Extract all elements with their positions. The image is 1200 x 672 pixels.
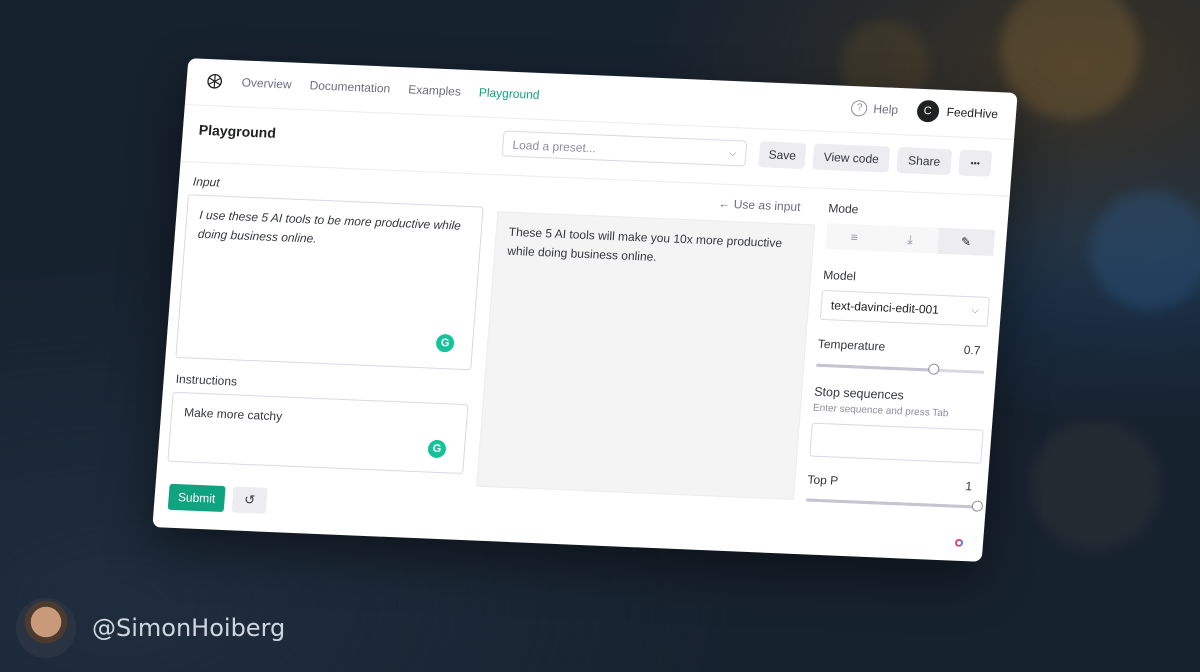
top-p-label: Top P	[806, 472, 839, 488]
chevron-down-icon: ⌵	[970, 305, 980, 317]
history-icon: ↺	[243, 491, 256, 508]
top-p-slider-fill	[805, 498, 978, 509]
nav-playground[interactable]: Playground	[478, 85, 540, 102]
use-as-input-link[interactable]: ← Use as input	[718, 197, 801, 214]
help-label: Help	[872, 101, 899, 117]
more-options-button[interactable]: •••	[958, 149, 993, 177]
mode-insert-icon[interactable]: ⤓	[881, 225, 939, 253]
history-button[interactable]: ↺	[231, 486, 268, 514]
bokeh-light	[1030, 420, 1160, 550]
temperature-label: Temperature	[817, 336, 886, 354]
mode-complete-icon[interactable]: ≡	[825, 223, 883, 251]
output-text: These 5 AI tools will make you 10x more …	[506, 224, 783, 264]
input-text: I use these 5 AI tools to be more produc…	[197, 207, 462, 246]
temperature-value: 0.7	[963, 342, 982, 358]
nav-overview[interactable]: Overview	[241, 75, 292, 91]
instructions-text: Make more catchy	[183, 405, 283, 424]
chevron-down-icon: ⌵	[728, 147, 737, 160]
profile-photo	[16, 598, 76, 658]
mode-label: Mode	[827, 201, 859, 217]
help-icon: ?	[850, 99, 869, 117]
status-icon	[954, 538, 964, 548]
nav-examples[interactable]: Examples	[408, 82, 462, 98]
page-title: Playground	[198, 121, 277, 141]
temperature-slider-fill	[816, 363, 934, 372]
user-menu[interactable]: C FeedHive	[915, 99, 999, 125]
input-label: Input	[192, 174, 221, 190]
mode-selector: ≡ ⤓ ✎	[825, 223, 996, 257]
instructions-label: Instructions	[175, 371, 238, 389]
openai-logo-icon[interactable]	[204, 71, 226, 92]
user-name: FeedHive	[946, 104, 999, 122]
top-p-value: 1	[964, 479, 973, 494]
submit-button[interactable]: Submit	[167, 483, 226, 513]
mode-edit-icon[interactable]: ✎	[937, 227, 996, 257]
nav-documentation[interactable]: Documentation	[309, 78, 391, 95]
nav-links: Overview Documentation Examples Playgrou…	[241, 75, 540, 101]
model-select[interactable]: text-davinci-edit-001 ⌵	[819, 289, 990, 327]
temperature-slider[interactable]	[816, 363, 985, 375]
instructions-textarea[interactable]: Make more catchy G	[167, 391, 469, 475]
view-code-button[interactable]: View code	[812, 143, 891, 173]
grammarly-icon[interactable]: G	[435, 333, 455, 353]
stop-sequences-input[interactable]	[809, 422, 984, 464]
save-button[interactable]: Save	[758, 141, 807, 170]
output-panel: These 5 AI tools will make you 10x more …	[476, 211, 816, 500]
model-label: Model	[822, 267, 857, 284]
bokeh-light	[1000, 0, 1140, 120]
bokeh-light	[1090, 190, 1200, 310]
grammarly-icon[interactable]: G	[427, 439, 447, 459]
help-link[interactable]: ? Help	[850, 99, 899, 118]
model-value: text-davinci-edit-001	[830, 298, 940, 317]
author-handle: @SimonHoiberg	[16, 598, 285, 658]
playground-window: Overview Documentation Examples Playgrou…	[152, 58, 1018, 562]
handle-text: @SimonHoiberg	[92, 614, 286, 642]
avatar: C	[915, 99, 940, 123]
share-button[interactable]: Share	[896, 146, 953, 176]
preset-placeholder: Load a preset...	[511, 137, 597, 156]
preset-select[interactable]: Load a preset... ⌵	[501, 130, 748, 167]
input-textarea[interactable]: I use these 5 AI tools to be more produc…	[175, 194, 484, 371]
top-p-slider-thumb[interactable]	[971, 500, 984, 512]
stop-sequences-hint: Enter sequence and press Tab	[812, 402, 949, 420]
top-p-slider[interactable]	[805, 498, 984, 512]
temperature-slider-thumb[interactable]	[927, 363, 940, 375]
stop-sequences-label: Stop sequences	[813, 384, 905, 403]
